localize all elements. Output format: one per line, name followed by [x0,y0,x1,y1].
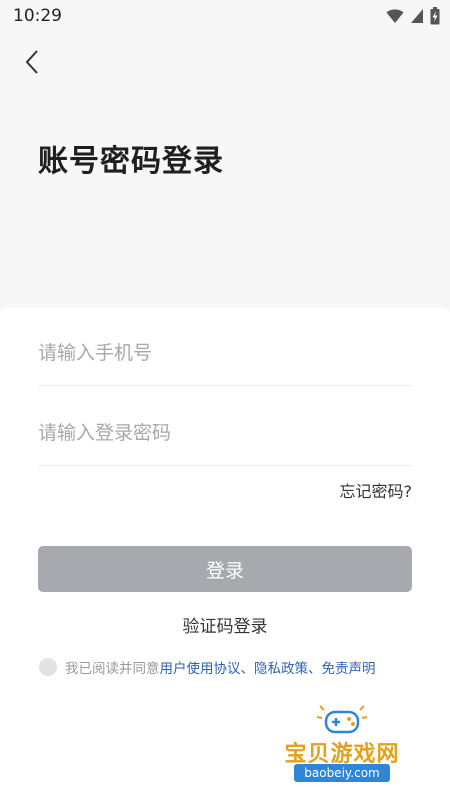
user-agreement-link[interactable]: 用户使用协议 [160,657,241,677]
chevron-left-icon [25,50,38,74]
back-button[interactable] [14,44,50,80]
forgot-password-link[interactable]: 忘记密码? [340,478,413,502]
phone-field [38,317,412,386]
login-screen: 10:29 账号密码登录 忘记密码? 登录 [0,0,450,800]
gamepad-icon [316,705,368,734]
disclaimer-link[interactable]: 免责声明 [322,657,376,677]
sms-login-link[interactable]: 验证码登录 [0,612,450,637]
status-icons [386,7,440,25]
page-title: 账号密码登录 [38,144,224,179]
status-bar: 10:29 [0,0,450,32]
cell-signal-icon [411,9,423,23]
agreement-separator: 、 [308,661,322,677]
agreement-row: 我已阅读并同意 用户使用协议 、 隐私政策 、 免责声明 [39,657,376,677]
wifi-icon [386,9,404,23]
agreement-separator: 、 [240,661,255,677]
watermark: 宝贝游戏网 baobeiy.com [272,704,412,784]
phone-input[interactable] [38,335,412,371]
watermark-url: baobeiy.com [294,764,390,782]
password-field [38,397,412,466]
status-time: 10:29 [13,6,62,26]
battery-charging-icon [430,7,440,25]
agree-checkbox[interactable] [39,658,57,676]
login-button[interactable]: 登录 [38,546,412,592]
agreement-prefix: 我已阅读并同意 [65,661,160,677]
password-input[interactable] [38,415,412,451]
privacy-policy-link[interactable]: 隐私政策 [254,657,308,677]
